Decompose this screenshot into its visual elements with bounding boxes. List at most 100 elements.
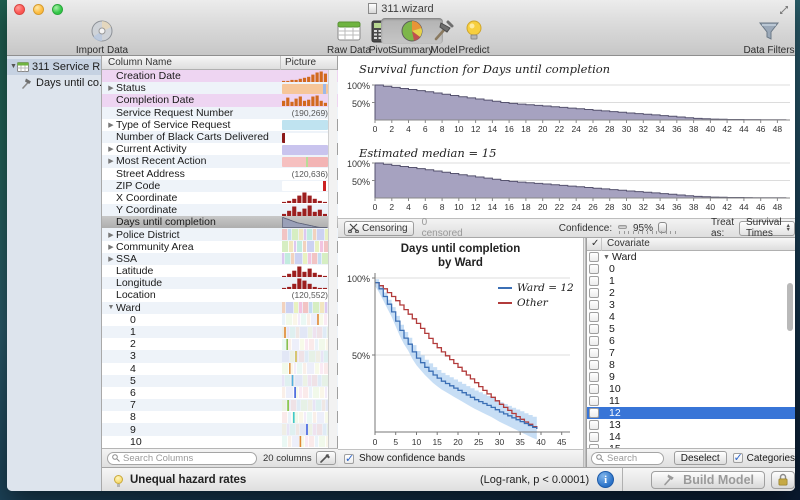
check-column-header[interactable]: ✓ <box>591 238 599 249</box>
column-row[interactable]: Completion Date <box>102 94 338 106</box>
covariate-scrollbar[interactable] <box>787 283 793 331</box>
row-checkbox[interactable] <box>589 252 599 262</box>
covariate-value-row[interactable]: 14 <box>587 431 795 443</box>
disclosure-icon[interactable]: ▶ <box>106 121 116 129</box>
lock-button[interactable] <box>771 471 795 489</box>
covariate-header[interactable]: ✓ Covariate <box>587 238 795 251</box>
column-row[interactable]: 2 <box>102 338 338 350</box>
search-columns-input[interactable]: Search Columns <box>107 452 257 465</box>
column-row[interactable]: 0 <box>102 314 338 326</box>
column-row[interactable]: Y Coordinate <box>102 204 338 216</box>
disclosure-icon[interactable]: ▶ <box>106 84 116 92</box>
column-row[interactable]: Longitude <box>102 277 338 289</box>
covariate-value-row[interactable]: 4 <box>587 311 795 323</box>
toolbar-data-filters[interactable]: Data Filters <box>743 18 795 56</box>
column-tools-button[interactable] <box>316 451 336 465</box>
covariate-value-row[interactable]: 13 <box>587 419 795 431</box>
covariate-search-input[interactable]: Search <box>591 452 664 465</box>
disclosure-icon[interactable]: ▶ <box>106 231 116 239</box>
sidebar-item[interactable]: ▼311 Service R... <box>7 59 101 75</box>
column-row[interactable]: ZIP Code <box>102 180 338 192</box>
column-row[interactable]: ▶Most Recent Action <box>102 155 338 167</box>
column-row[interactable]: ▶Police District <box>102 228 338 240</box>
row-checkbox[interactable] <box>589 396 599 406</box>
covariate-value-row[interactable]: 5 <box>587 323 795 335</box>
column-row[interactable]: Creation Date <box>102 70 338 82</box>
disclosure-icon[interactable]: ▼ <box>106 304 116 311</box>
covariate-value-row[interactable]: 1 <box>587 275 795 287</box>
info-button[interactable]: i <box>597 471 614 488</box>
column-row[interactable]: X Coordinate <box>102 192 338 204</box>
covariate-value-row[interactable]: 3 <box>587 299 795 311</box>
disclosure-icon[interactable]: ▶ <box>106 255 116 263</box>
column-row[interactable]: 1 <box>102 326 338 338</box>
toolbar-import-data[interactable]: Import Data <box>71 18 133 56</box>
row-checkbox[interactable] <box>589 300 599 310</box>
row-checkbox[interactable] <box>589 276 599 286</box>
covariate-value-row[interactable]: 6 <box>587 335 795 347</box>
row-checkbox[interactable] <box>589 324 599 334</box>
fullscreen-icon[interactable] <box>779 5 789 15</box>
row-checkbox[interactable] <box>589 288 599 298</box>
disclosure-icon[interactable]: ▼ <box>10 59 17 75</box>
column-row[interactable]: Street Address(120,636) <box>102 168 338 180</box>
column-row[interactable]: 5 <box>102 375 338 387</box>
row-checkbox[interactable] <box>589 348 599 358</box>
column-row[interactable]: Service Request Number(190,269) <box>102 107 338 119</box>
disclosure-icon[interactable]: ▶ <box>106 157 116 165</box>
disclosure-icon[interactable]: ▶ <box>106 145 116 153</box>
column-row[interactable]: 3 <box>102 350 338 362</box>
x-axis-label: 34 <box>655 202 664 212</box>
show-bands-checkbox[interactable] <box>344 454 354 464</box>
covariate-group-row[interactable]: ▼Ward <box>587 251 795 263</box>
column-list-header[interactable]: Column Name Picture <box>102 56 337 70</box>
row-checkbox[interactable] <box>589 360 599 370</box>
column-row[interactable]: 6 <box>102 387 338 399</box>
column-row[interactable]: 7 <box>102 399 338 411</box>
column-row[interactable]: ▶SSA <box>102 253 338 265</box>
column-row[interactable]: ▼Ward <box>102 302 338 314</box>
covariate-value-row[interactable]: 11 <box>587 395 795 407</box>
row-checkbox[interactable] <box>589 408 599 418</box>
covariate-value-row[interactable]: 9 <box>587 371 795 383</box>
column-row[interactable]: ▶Current Activity <box>102 143 338 155</box>
deselect-button[interactable]: Deselect <box>674 451 727 465</box>
column-row[interactable]: ▶Type of Service Request <box>102 119 338 131</box>
picture-header[interactable]: Picture <box>285 57 316 68</box>
row-checkbox[interactable] <box>589 420 599 430</box>
covariate-value-row[interactable]: 2 <box>587 287 795 299</box>
sidebar-item[interactable]: Days until co... <box>7 75 101 91</box>
column-row[interactable]: 4 <box>102 363 338 375</box>
covariate-value-row[interactable]: 7 <box>587 347 795 359</box>
column-row[interactable]: ▶Community Area <box>102 241 338 253</box>
row-checkbox[interactable] <box>589 432 599 442</box>
column-row[interactable]: Location(120,552) <box>102 289 338 301</box>
treat-as-dropdown[interactable]: Survival Times ▲▼ <box>739 221 795 236</box>
column-row[interactable]: 8 <box>102 411 338 423</box>
build-model-button[interactable]: Build Model <box>651 471 765 489</box>
censoring-button[interactable]: Censoring <box>344 221 414 236</box>
categories-checkbox[interactable] <box>733 453 743 463</box>
covariate-value-row[interactable]: 0 <box>587 263 795 275</box>
column-row[interactable]: 10 <box>102 436 338 448</box>
column-scrollbar[interactable] <box>328 70 337 448</box>
disclosure-icon[interactable]: ▼ <box>603 254 610 261</box>
column-row[interactable]: ▶Status <box>102 82 338 94</box>
disclosure-icon[interactable]: ▶ <box>106 243 116 251</box>
column-row[interactable]: Number of Black Carts Delivered <box>102 131 338 143</box>
row-checkbox[interactable] <box>589 312 599 322</box>
column-row[interactable]: Days until completion <box>102 216 338 228</box>
row-checkbox[interactable] <box>589 336 599 346</box>
row-checkbox[interactable] <box>589 384 599 394</box>
column-row[interactable]: 9 <box>102 423 338 435</box>
column-row[interactable]: Latitude <box>102 265 338 277</box>
confidence-slider[interactable] <box>618 222 627 234</box>
toolbar-predict[interactable]: Predict <box>443 18 505 56</box>
covariate-value-row[interactable]: 8 <box>587 359 795 371</box>
covariate-value-row[interactable]: 10 <box>587 383 795 395</box>
column-name-header[interactable]: Column Name <box>108 57 172 68</box>
covariate-value-row[interactable]: 12 <box>587 407 795 419</box>
covariate-column-header[interactable]: Covariate <box>607 238 650 249</box>
row-checkbox[interactable] <box>589 372 599 382</box>
row-checkbox[interactable] <box>589 264 599 274</box>
